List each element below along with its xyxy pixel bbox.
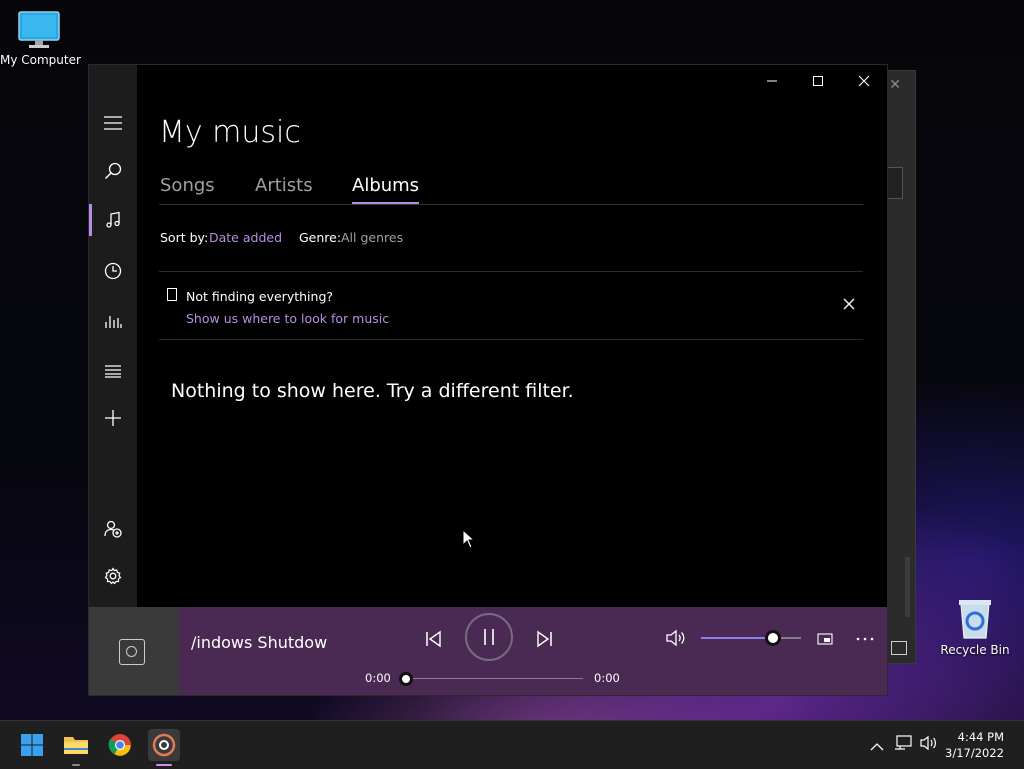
- mini-view-button[interactable]: [813, 627, 837, 651]
- document-icon: [167, 288, 177, 301]
- mouse-cursor-icon: [462, 529, 476, 549]
- folder-icon: [64, 737, 88, 754]
- show-hidden-icons-button[interactable]: [870, 737, 884, 756]
- previous-icon: [426, 630, 441, 648]
- genre-label: Genre:: [299, 230, 342, 245]
- tab-songs[interactable]: Songs: [160, 175, 215, 203]
- now-playing-title[interactable]: /indows Shutdow: [191, 633, 341, 652]
- music-disc-icon: [119, 639, 145, 665]
- music-note-icon: [106, 211, 120, 228]
- nav-new-playlist-button[interactable]: [89, 398, 137, 438]
- tab-albums[interactable]: Albums: [352, 175, 420, 204]
- taskbar-chrome[interactable]: [104, 729, 136, 761]
- desktop-icon-label: Recycle Bin: [940, 643, 1010, 657]
- volume-button[interactable]: [663, 625, 689, 651]
- nav-search-button[interactable]: [89, 151, 137, 191]
- nav-now-playing-button[interactable]: [89, 301, 137, 341]
- more-options-button[interactable]: [853, 627, 877, 651]
- time-total: 0:00: [594, 671, 620, 685]
- more-icon: [856, 637, 874, 641]
- clock-time: 4:44 PM: [957, 730, 1004, 744]
- person-add-icon: [104, 520, 122, 538]
- nav-rail: [89, 65, 137, 607]
- gear-icon: [104, 567, 122, 585]
- start-button[interactable]: [16, 729, 48, 761]
- main-content: My music Songs Artists Albums Sort by: D…: [137, 65, 887, 607]
- speaker-icon: [920, 735, 936, 751]
- minimize-icon: [767, 80, 777, 82]
- monitor-icon: [18, 11, 60, 48]
- running-indicator: [72, 764, 80, 766]
- clock-date: 3/17/2022: [945, 746, 1004, 760]
- clock[interactable]: 4:44 PM 3/17/2022: [945, 729, 1004, 761]
- desktop-icon-recycle-bin[interactable]: Recycle Bin: [940, 596, 1010, 657]
- close-icon: [858, 75, 870, 87]
- taskbar-groove-music[interactable]: [148, 729, 180, 766]
- maximize-button[interactable]: [795, 65, 841, 97]
- search-icon: [104, 162, 122, 180]
- close-icon: ✕: [889, 77, 901, 93]
- nav-settings-button[interactable]: [89, 556, 137, 596]
- genre-dropdown[interactable]: All genres: [341, 230, 403, 245]
- taskbar: 4:44 PM 3/17/2022: [0, 720, 1024, 769]
- clock-icon: [104, 262, 122, 280]
- notice-banner: Not finding everything? Show us where to…: [159, 271, 863, 340]
- empty-state-message: Nothing to show here. Try a different fi…: [171, 380, 574, 402]
- nav-account-button[interactable]: [89, 509, 137, 549]
- groove-music-window: My music Songs Artists Albums Sort by: D…: [88, 64, 888, 696]
- background-scrollbar: [905, 557, 910, 617]
- sort-label: Sort by:: [160, 230, 209, 245]
- hamburger-icon: [104, 116, 122, 130]
- nav-menu-button[interactable]: [89, 103, 137, 143]
- volume-tray-button[interactable]: [920, 735, 938, 755]
- recycle-bin-icon: [959, 600, 991, 639]
- next-icon: [537, 630, 552, 648]
- plus-icon: [105, 410, 121, 426]
- volume-slider-thumb[interactable]: [765, 630, 781, 646]
- chrome-icon: [108, 734, 131, 756]
- network-button[interactable]: [894, 735, 912, 755]
- close-icon: [843, 298, 855, 310]
- background-button: [891, 641, 907, 655]
- seek-bar[interactable]: [407, 678, 583, 679]
- pause-icon: [484, 629, 494, 645]
- previous-button[interactable]: [421, 627, 445, 651]
- next-button[interactable]: [533, 627, 557, 651]
- pause-button[interactable]: [465, 613, 513, 661]
- page-title: My music: [159, 115, 301, 150]
- time-elapsed: 0:00: [365, 671, 391, 685]
- groove-music-icon: [152, 733, 176, 757]
- album-art[interactable]: [89, 607, 179, 695]
- windows-logo-icon: [21, 734, 43, 756]
- sort-dropdown[interactable]: Date added: [209, 230, 282, 245]
- nav-playlists-button[interactable]: [89, 351, 137, 391]
- network-icon: [895, 735, 912, 750]
- speaker-icon: [666, 629, 685, 647]
- notice-link[interactable]: Show us where to look for music: [186, 311, 389, 326]
- nav-recent-button[interactable]: [89, 251, 137, 291]
- nav-my-music-button[interactable]: [89, 200, 137, 240]
- maximize-icon: [813, 76, 823, 86]
- notice-close-button[interactable]: [841, 296, 857, 312]
- now-playing-bar: /indows Shutdow 0:00 0:00: [89, 607, 887, 695]
- notice-title: Not finding everything?: [186, 289, 334, 304]
- seek-thumb[interactable]: [399, 672, 413, 686]
- equalizer-icon: [105, 316, 122, 328]
- list-icon: [105, 365, 121, 378]
- minimize-button[interactable]: [749, 65, 795, 97]
- chevron-up-icon: [870, 743, 884, 751]
- desktop-icon-my-computer[interactable]: My Computer: [0, 10, 81, 67]
- close-button[interactable]: [841, 65, 887, 97]
- tab-artists[interactable]: Artists: [255, 175, 313, 203]
- tab-bar: Songs Artists Albums: [159, 175, 863, 205]
- desktop-icon-label: My Computer: [0, 53, 81, 67]
- active-app-indicator: [156, 764, 172, 766]
- mini-player-icon: [817, 633, 833, 645]
- volume-slider-fill: [701, 637, 773, 639]
- taskbar-file-explorer[interactable]: [60, 729, 92, 766]
